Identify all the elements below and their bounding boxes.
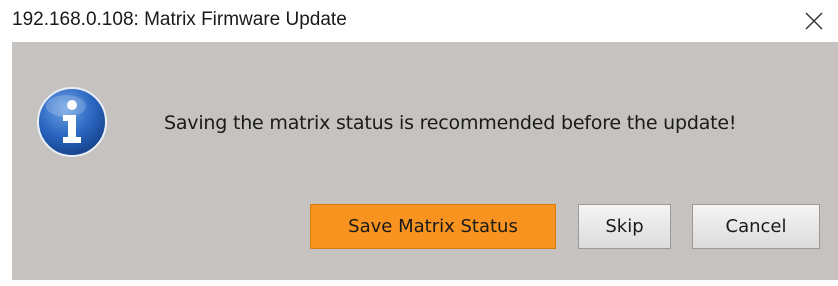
window-title: 192.168.0.108: Matrix Firmware Update (12, 9, 347, 30)
skip-button[interactable]: Skip (578, 204, 671, 249)
close-button[interactable] (798, 6, 830, 36)
cancel-button[interactable]: Cancel (692, 204, 820, 249)
dialog-body: Saving the matrix status is recommended … (12, 42, 838, 280)
title-bar: 192.168.0.108: Matrix Firmware Update (0, 0, 838, 42)
save-matrix-status-button[interactable]: Save Matrix Status (310, 204, 556, 249)
dialog-message: Saving the matrix status is recommended … (164, 112, 737, 134)
info-icon (37, 87, 107, 157)
close-icon (805, 12, 823, 30)
dialog-window: 192.168.0.108: Matrix Firmware Update Sa… (0, 0, 838, 286)
